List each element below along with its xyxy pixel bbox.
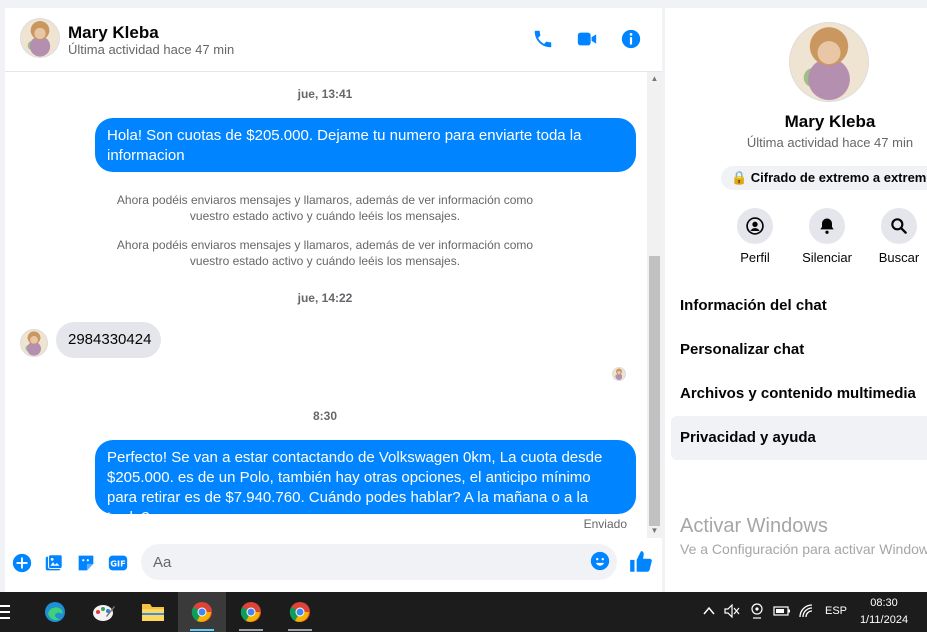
paint-icon: [93, 605, 115, 621]
emoji-icon[interactable]: [589, 550, 611, 572]
message-input[interactable]: [141, 544, 617, 580]
outgoing-message[interactable]: Perfecto! Se van a estar contactando de …: [95, 440, 636, 526]
read-receipt-avatar: [612, 367, 626, 381]
gif-icon[interactable]: GIF: [107, 552, 129, 574]
mute-action[interactable]: Silenciar: [797, 208, 857, 265]
user-circle-icon: [746, 217, 764, 235]
contact-status: Última actividad hace 47 min: [68, 42, 235, 57]
plus-icon[interactable]: [11, 552, 33, 574]
paint-app[interactable]: [80, 592, 128, 632]
timestamp: jue, 14:22: [297, 291, 353, 305]
incoming-message[interactable]: 2984330424: [56, 322, 161, 358]
clock-time[interactable]: 08:30: [855, 597, 913, 609]
speaker-muted-icon[interactable]: [724, 604, 740, 618]
chevron-up-icon[interactable]: [703, 606, 715, 616]
edge-app[interactable]: [31, 592, 79, 632]
chrome-app-active[interactable]: [178, 592, 226, 632]
profile-action[interactable]: Perfil: [725, 208, 785, 265]
menu-media-files[interactable]: Archivos y contenido multimedia: [671, 372, 927, 416]
webcam-icon[interactable]: [750, 603, 764, 619]
sender-avatar[interactable]: [20, 329, 48, 357]
profile-name: Mary Kleba: [784, 112, 876, 131]
image-icon[interactable]: [43, 552, 65, 574]
phone-icon[interactable]: [532, 28, 554, 50]
message-list[interactable]: jue, 13:41 Hola! Son cuotas de $205.000.…: [5, 72, 647, 538]
bell-icon: [820, 218, 834, 234]
chrome-app-3[interactable]: [276, 592, 324, 632]
task-view-icon[interactable]: [0, 604, 12, 620]
mute-action-label: Silenciar: [802, 250, 852, 265]
timestamp: jue, 13:41: [297, 87, 353, 101]
encryption-badge[interactable]: 🔒 Cifrado de extremo a extremo: [721, 166, 927, 190]
chat-header: Mary Kleba Última actividad hace 47 min: [5, 8, 662, 72]
profile-status: Última actividad hace 47 min: [746, 135, 914, 150]
file-explorer-app[interactable]: [129, 592, 177, 632]
video-call-icon[interactable]: [576, 28, 598, 50]
scrollbar[interactable]: ▲ ▼: [647, 72, 662, 538]
profile-action-label: Perfil: [740, 250, 770, 265]
info-icon[interactable]: [620, 28, 642, 50]
scroll-down-arrow[interactable]: ▼: [647, 524, 662, 538]
chrome-app-2[interactable]: [227, 592, 275, 632]
wifi-icon[interactable]: [798, 603, 814, 619]
battery-icon[interactable]: [773, 605, 791, 617]
menu-privacy-help[interactable]: Privacidad y ayuda: [671, 416, 927, 460]
folder-icon: [142, 604, 164, 621]
system-note: Ahora podéis enviaros mensajes y llamaro…: [116, 193, 534, 223]
sticker-icon[interactable]: [75, 552, 97, 574]
outgoing-message[interactable]: Hola! Son cuotas de $205.000. Dejame tu …: [95, 118, 636, 172]
menu-chat-info[interactable]: Información del chat: [671, 284, 927, 328]
info-panel: Mary Kleba Última actividad hace 47 min …: [665, 8, 927, 592]
contact-avatar[interactable]: [20, 18, 60, 58]
scroll-up-arrow[interactable]: ▲: [647, 72, 662, 86]
chrome-icon: [191, 602, 212, 622]
timestamp: 8:30: [312, 409, 338, 423]
menu-customize-chat[interactable]: Personalizar chat: [671, 328, 927, 372]
activation-watermark-title: Activar Windows: [680, 515, 828, 537]
search-action[interactable]: Buscar: [869, 208, 927, 265]
like-thumb-icon[interactable]: [628, 549, 654, 575]
svg-text:GIF: GIF: [110, 559, 125, 569]
contact-name[interactable]: Mary Kleba: [68, 23, 159, 43]
profile-avatar[interactable]: [789, 22, 869, 102]
activation-watermark-subtitle: Ve a Configuración para activar Windows.: [680, 541, 927, 557]
chat-panel: Mary Kleba Última actividad hace 47 min …: [5, 8, 662, 592]
taskbar: ESP 08:30 1/11/2024: [0, 592, 927, 632]
search-action-label: Buscar: [878, 250, 920, 265]
composer: GIF: [5, 542, 662, 592]
input-language[interactable]: ESP: [825, 605, 847, 617]
chrome-icon: [289, 602, 310, 622]
scroll-thumb[interactable]: [649, 256, 660, 526]
edge-icon: [45, 602, 65, 622]
sent-status: Enviado: [583, 517, 627, 531]
search-icon: [891, 218, 907, 234]
system-note: Ahora podéis enviaros mensajes y llamaro…: [116, 238, 534, 268]
chrome-icon: [240, 602, 261, 622]
clock-date[interactable]: 1/11/2024: [855, 614, 913, 626]
